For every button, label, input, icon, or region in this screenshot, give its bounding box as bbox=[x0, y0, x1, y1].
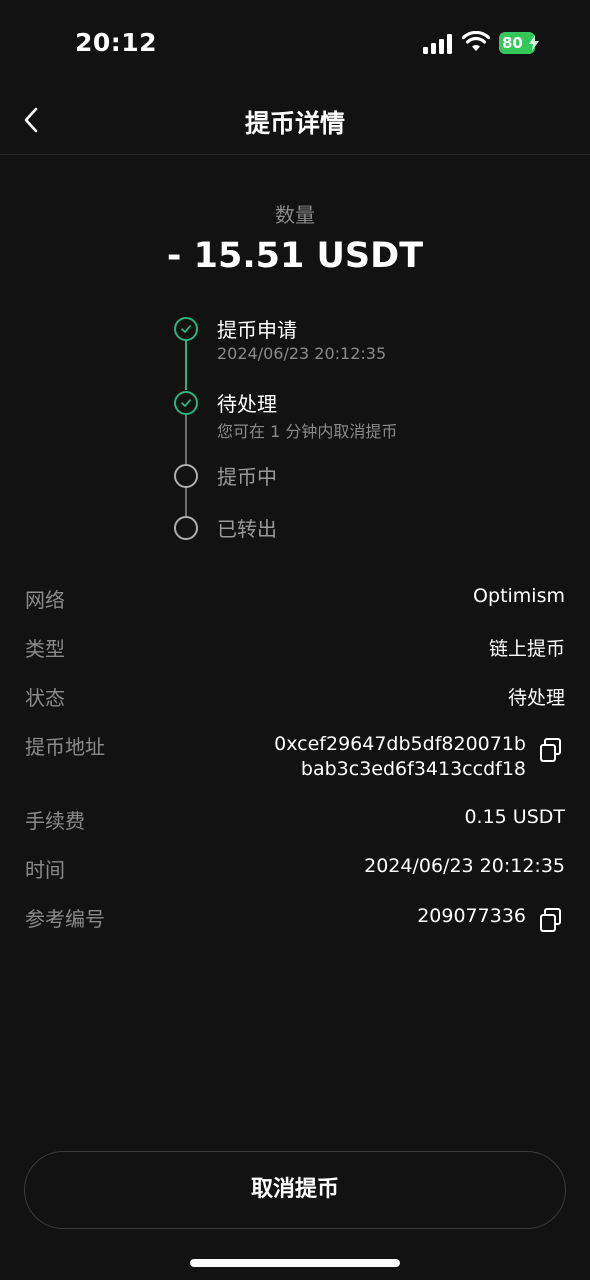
step-subtitle: 2024/06/23 20:12:35 bbox=[217, 344, 387, 363]
page-title: 提币详情 bbox=[244, 109, 345, 138]
check-icon bbox=[181, 399, 191, 407]
time-value: 2024/06/23 20:12:35 bbox=[364, 855, 565, 877]
network-label: 网络 bbox=[25, 588, 65, 612]
amount-value: - 15.51 USDT bbox=[166, 236, 424, 276]
withdrawal-progress-timeline: 提币申请 2024/06/23 20:12:35 待处理 您可在 1 分钟内取消… bbox=[174, 314, 494, 554]
status-time: 20:12 bbox=[75, 28, 158, 57]
cancel-withdrawal-button[interactable]: 取消提币 bbox=[24, 1151, 566, 1229]
time-label: 时间 bbox=[25, 858, 65, 882]
step-title: 已转出 bbox=[217, 517, 277, 541]
address-line: bab3c3ed6f3413ccdf18 bbox=[300, 758, 526, 780]
status-bar: 20:12 80 bbox=[0, 0, 590, 88]
fee-value: 0.15 USDT bbox=[464, 806, 565, 828]
timeline-connector bbox=[185, 340, 187, 390]
type-value: 链上提币 bbox=[488, 638, 565, 660]
step-pending-icon bbox=[174, 464, 198, 488]
withdrawal-address-value: 0xcef29647db5df820071b bab3c3ed6f3413ccd… bbox=[274, 732, 526, 782]
timeline-connector bbox=[185, 414, 187, 464]
battery-indicator: 80 bbox=[499, 32, 539, 54]
check-icon bbox=[181, 325, 191, 333]
home-indicator[interactable] bbox=[190, 1259, 400, 1267]
header-bar: 提币详情 bbox=[0, 88, 590, 155]
address-line: 0xcef29647db5df820071b bbox=[274, 733, 526, 755]
status-label: 状态 bbox=[25, 686, 65, 710]
step-complete-icon bbox=[174, 391, 198, 415]
amount-label: 数量 bbox=[275, 203, 315, 227]
copy-icon[interactable] bbox=[537, 906, 565, 934]
charging-bolt-icon bbox=[529, 35, 539, 51]
step-title: 提币中 bbox=[217, 465, 277, 489]
reference-label: 参考编号 bbox=[25, 907, 105, 931]
network-value: Optimism bbox=[473, 585, 565, 607]
cellular-signal-icon bbox=[423, 34, 452, 54]
copy-icon[interactable] bbox=[537, 736, 565, 764]
wifi-icon bbox=[462, 31, 490, 51]
address-label: 提币地址 bbox=[25, 735, 105, 759]
status-value: 待处理 bbox=[507, 687, 565, 709]
step-title: 提币申请 bbox=[217, 318, 297, 342]
step-pending-icon bbox=[174, 516, 198, 540]
reference-value: 209077336 bbox=[417, 905, 526, 927]
step-title: 待处理 bbox=[217, 392, 277, 416]
timeline-connector bbox=[185, 488, 187, 516]
fee-label: 手续费 bbox=[25, 809, 85, 833]
step-complete-icon bbox=[174, 317, 198, 341]
step-subtitle: 您可在 1 分钟内取消提币 bbox=[217, 422, 398, 441]
type-label: 类型 bbox=[25, 637, 65, 661]
